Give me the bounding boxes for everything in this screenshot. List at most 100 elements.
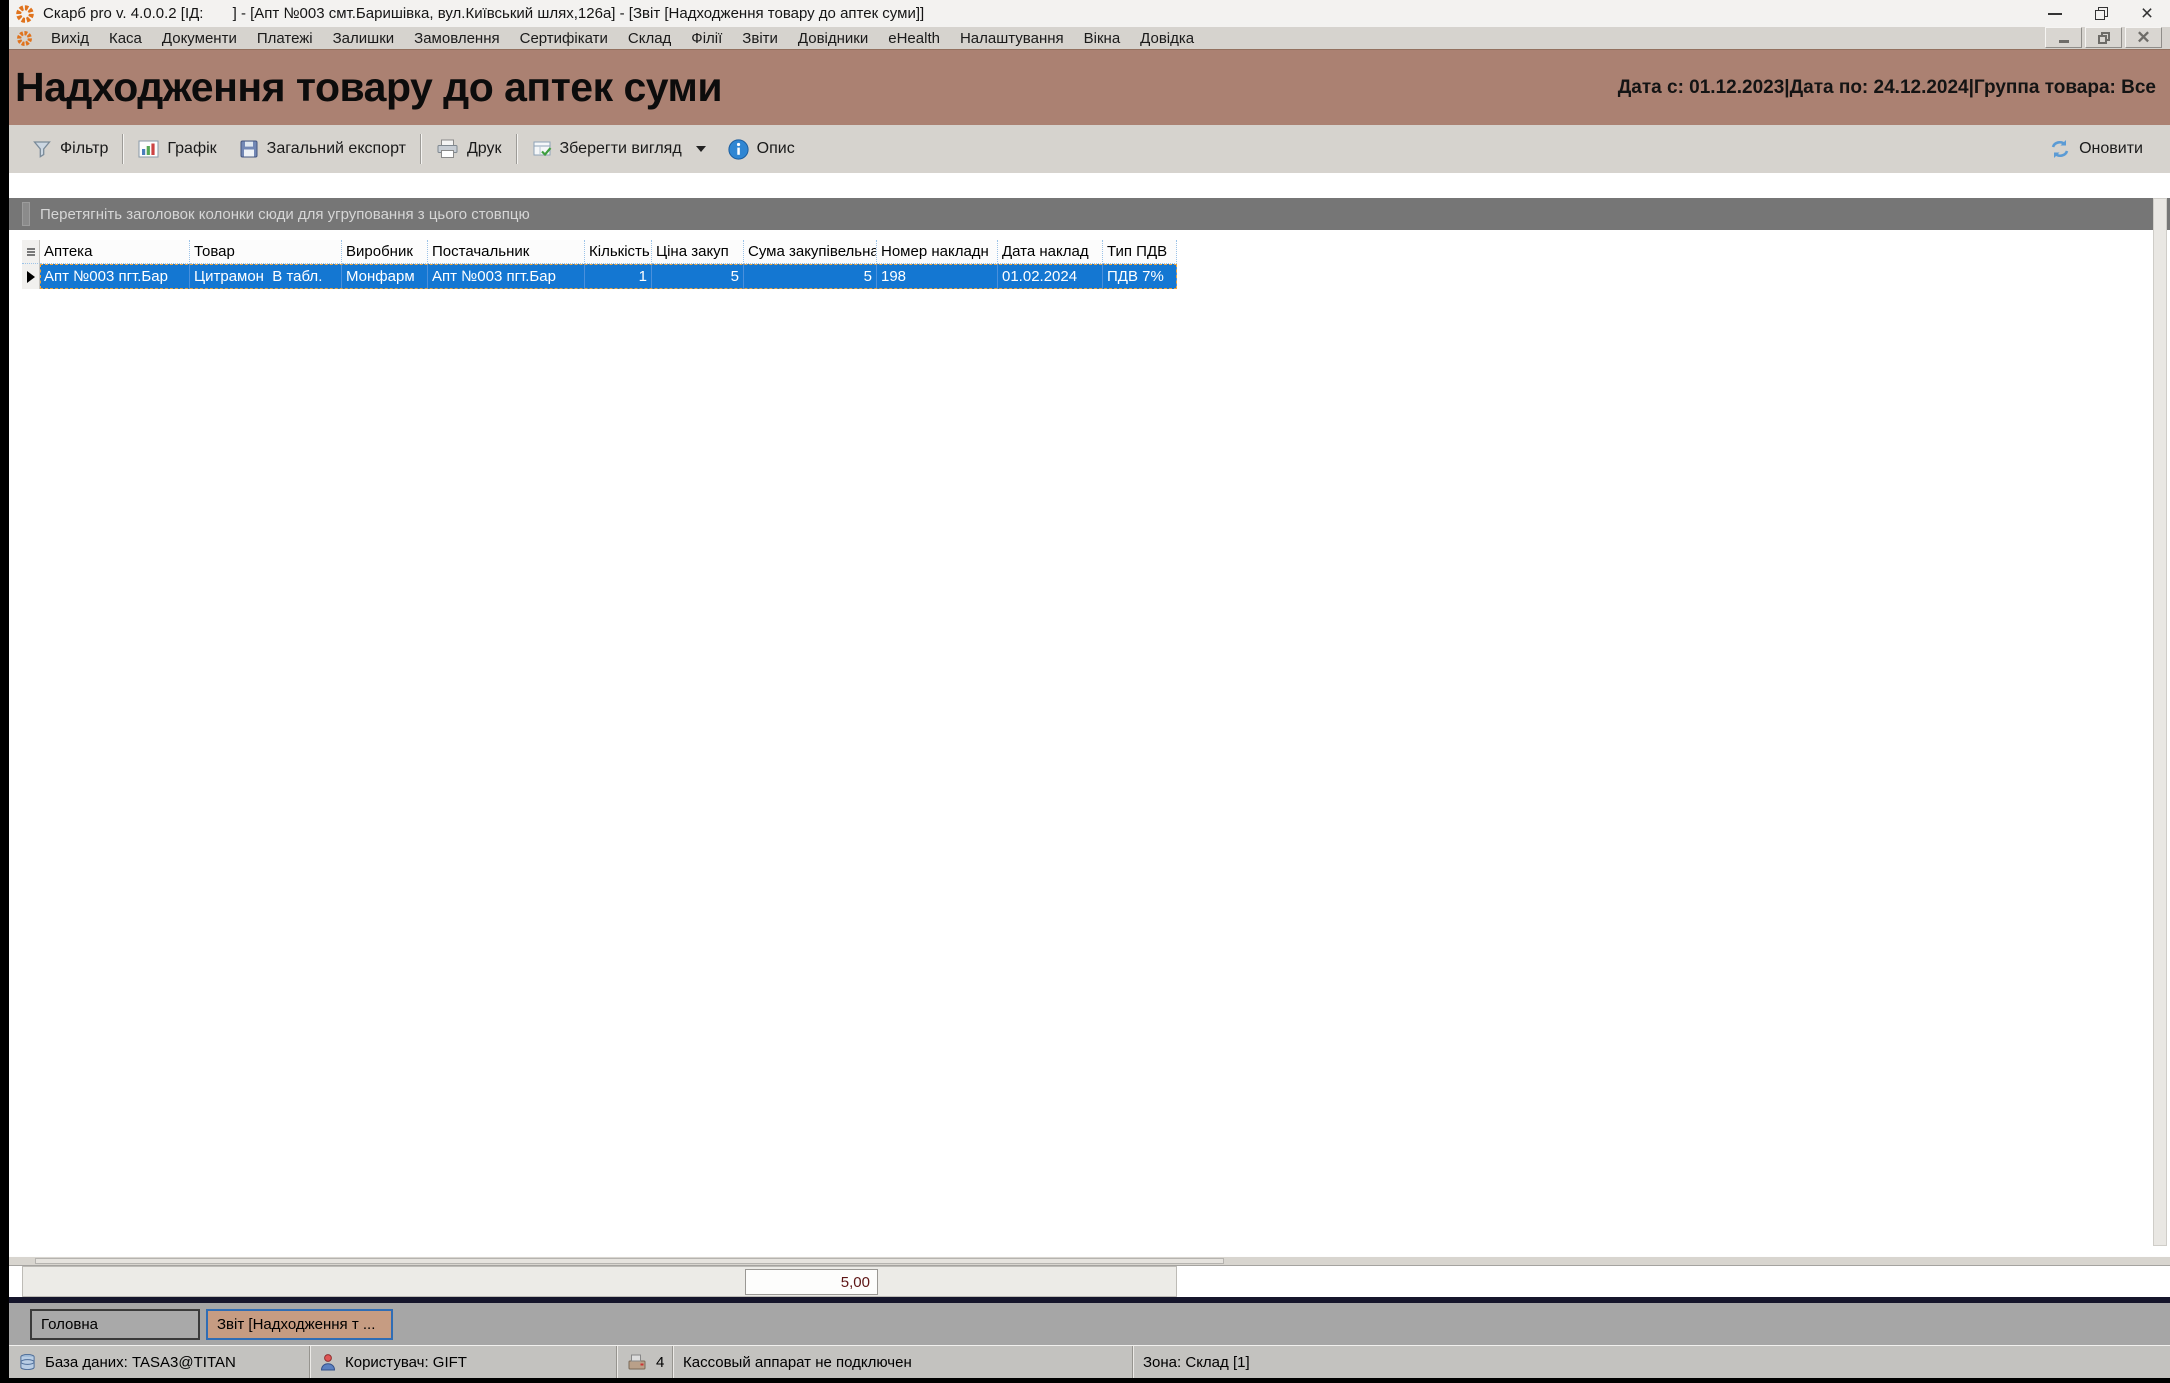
toolbar-button-label: Фільтр	[60, 140, 108, 158]
menu-item-8[interactable]: Склад	[618, 29, 681, 48]
chart-icon	[138, 139, 159, 159]
menu-item-15[interactable]: Довідка	[1130, 29, 1204, 48]
cell-5[interactable]: 1	[585, 264, 652, 289]
dropdown-arrow-icon[interactable]	[696, 146, 706, 152]
column-chooser-icon[interactable]	[22, 240, 40, 264]
menu-item-12[interactable]: eHealth	[878, 29, 950, 48]
restore-icon	[2095, 7, 2108, 20]
column-header-9[interactable]: Дата наклад	[998, 240, 1103, 264]
menu-item-14[interactable]: Вікна	[1074, 29, 1131, 48]
summary-total-cell: 5,00	[745, 1269, 878, 1295]
menu-item-1[interactable]: Вихід	[41, 29, 99, 48]
mdi-minimize-icon	[2059, 40, 2069, 43]
menu-item-6[interactable]: Замовлення	[404, 29, 509, 48]
toolbar-button-6[interactable]: Опис	[717, 133, 806, 166]
toolbar-button-label: Опис	[757, 140, 795, 158]
refresh-button[interactable]: Оновити	[2038, 133, 2154, 165]
minimize-button[interactable]	[2032, 1, 2078, 27]
column-header-2[interactable]: Товар	[190, 240, 342, 264]
status-segment-1: База даних: TASA3@TITAN	[9, 1346, 309, 1378]
menu-item-3[interactable]: Документи	[152, 29, 247, 48]
menu-item-10[interactable]: Звіти	[732, 29, 788, 48]
menu-item-2[interactable]: Каса	[99, 29, 152, 48]
cell-8[interactable]: 198	[877, 264, 998, 289]
mdi-close-button[interactable]: ✕	[2125, 27, 2162, 48]
restore-button[interactable]	[2078, 1, 2124, 27]
refresh-label: Оновити	[2079, 140, 2143, 158]
toolbar: Фільтр Графік Загальний експорт Друк Зберегт…	[9, 125, 2170, 173]
row-indicator	[22, 264, 40, 289]
column-header-7[interactable]: Сума закупівельна	[744, 240, 877, 264]
vertical-scrollbar[interactable]	[2153, 198, 2167, 1246]
toolbar-button-label: Зберегти вигляд	[560, 140, 682, 158]
table-header-row: АптекаТоварВиробникПостачальникКількість…	[22, 240, 1177, 264]
cell-7[interactable]: 5	[744, 264, 877, 289]
column-header-1[interactable]: Аптека	[40, 240, 190, 264]
cell-3[interactable]: Монфарм	[342, 264, 428, 289]
close-icon: ×	[2141, 3, 2153, 24]
toolbar-separator	[420, 134, 422, 164]
window-tab-strip: ГоловнаЗвіт [Надходження т ...	[9, 1303, 2170, 1345]
cell-4[interactable]: Апт №003 пгт.Бар	[428, 264, 585, 289]
mdi-close-icon: ✕	[2136, 29, 2150, 46]
toolbar-button-4[interactable]: Друк	[425, 133, 513, 165]
horizontal-scrollbar[interactable]	[9, 1256, 2170, 1266]
save-view-icon	[532, 139, 552, 159]
status-bar: База даних: TASA3@TITANКористувач: GIFT4…	[9, 1345, 2170, 1378]
toolbar-button-5[interactable]: Зберегти вигляд	[521, 133, 717, 165]
refresh-icon	[2049, 139, 2071, 159]
menu-bar: ВихідКасаДокументиПлатежіЗалишкиЗамовлен…	[9, 27, 2170, 49]
toolbar-button-label: Друк	[467, 140, 502, 158]
column-header-3[interactable]: Виробник	[342, 240, 428, 264]
database-icon	[19, 1353, 36, 1371]
app-icon	[15, 29, 33, 47]
info-icon	[728, 139, 749, 160]
report-grid-area: Перетягніть заголовок колонки сюди для у…	[9, 173, 2170, 1303]
status-label: 4	[656, 1354, 664, 1371]
tab-1[interactable]: Головна	[30, 1309, 200, 1340]
toolbar-separator	[516, 134, 518, 164]
table-row[interactable]: Апт №003 пгт.БарЦитрамон В табл.МонфармА…	[22, 264, 1177, 289]
column-header-4[interactable]: Постачальник	[428, 240, 585, 264]
toolbar-button-3[interactable]: Загальний експорт	[228, 133, 417, 165]
cell-10[interactable]: ПДВ 7%	[1103, 264, 1177, 289]
scrollbar-thumb[interactable]	[35, 1258, 1224, 1264]
cell-9[interactable]: 01.02.2024	[998, 264, 1103, 289]
cell-1[interactable]: Апт №003 пгт.Бар	[40, 264, 190, 289]
export-icon	[239, 139, 259, 159]
status-label: База даних: TASA3@TITAN	[45, 1354, 236, 1371]
grid-bottom-border	[9, 1297, 2170, 1303]
column-header-6[interactable]: Ціна закуп	[652, 240, 744, 264]
toolbar-button-1[interactable]: Фільтр	[21, 133, 119, 165]
cell-2[interactable]: Цитрамон В табл.	[190, 264, 342, 289]
close-button[interactable]: ×	[2124, 1, 2170, 27]
group-panel-notch	[22, 202, 30, 226]
mdi-minimize-button[interactable]	[2045, 27, 2082, 48]
cell-6[interactable]: 5	[652, 264, 744, 289]
tab-2[interactable]: Звіт [Надходження т ...	[206, 1309, 393, 1340]
status-label: Кассовый аппарат не подключен	[683, 1354, 912, 1371]
status-segment-3: 4	[616, 1346, 672, 1378]
menu-item-11[interactable]: Довідники	[788, 29, 878, 48]
menu-item-4[interactable]: Платежі	[247, 29, 323, 48]
report-filter-summary: Дата с: 01.12.2023|Дата по: 24.12.2024|Г…	[1618, 77, 2156, 99]
report-header-band: Надходження товару до аптек суми Дата с:…	[9, 49, 2170, 125]
app-window: Скарб pro v. 4.0.0.2 [ІД: ] - [Апт №003 …	[9, 0, 2170, 1378]
menu-item-7[interactable]: Сертифікати	[510, 29, 618, 48]
summary-footer: 5,00	[22, 1266, 1177, 1297]
mdi-restore-button[interactable]	[2085, 27, 2122, 48]
toolbar-button-label: Графік	[167, 140, 216, 158]
menu-item-5[interactable]: Залишки	[323, 29, 405, 48]
column-header-5[interactable]: Кількість	[585, 240, 652, 264]
column-header-10[interactable]: Тип ПДВ	[1103, 240, 1177, 264]
minimize-icon	[2048, 13, 2062, 15]
group-by-hint: Перетягніть заголовок колонки сюди для у…	[40, 206, 530, 223]
column-header-8[interactable]: Номер накладн	[877, 240, 998, 264]
toolbar-button-2[interactable]: Графік	[127, 133, 227, 165]
group-by-panel[interactable]: Перетягніть заголовок колонки сюди для у…	[9, 198, 2170, 230]
status-segment-5: Зона: Склад [1]	[1132, 1346, 2170, 1378]
print-icon	[436, 139, 459, 159]
menu-item-9[interactable]: Філії	[681, 29, 732, 48]
window-title: Скарб pro v. 4.0.0.2 [ІД: ] - [Апт №003 …	[43, 5, 924, 22]
menu-item-13[interactable]: Налаштування	[950, 29, 1074, 48]
